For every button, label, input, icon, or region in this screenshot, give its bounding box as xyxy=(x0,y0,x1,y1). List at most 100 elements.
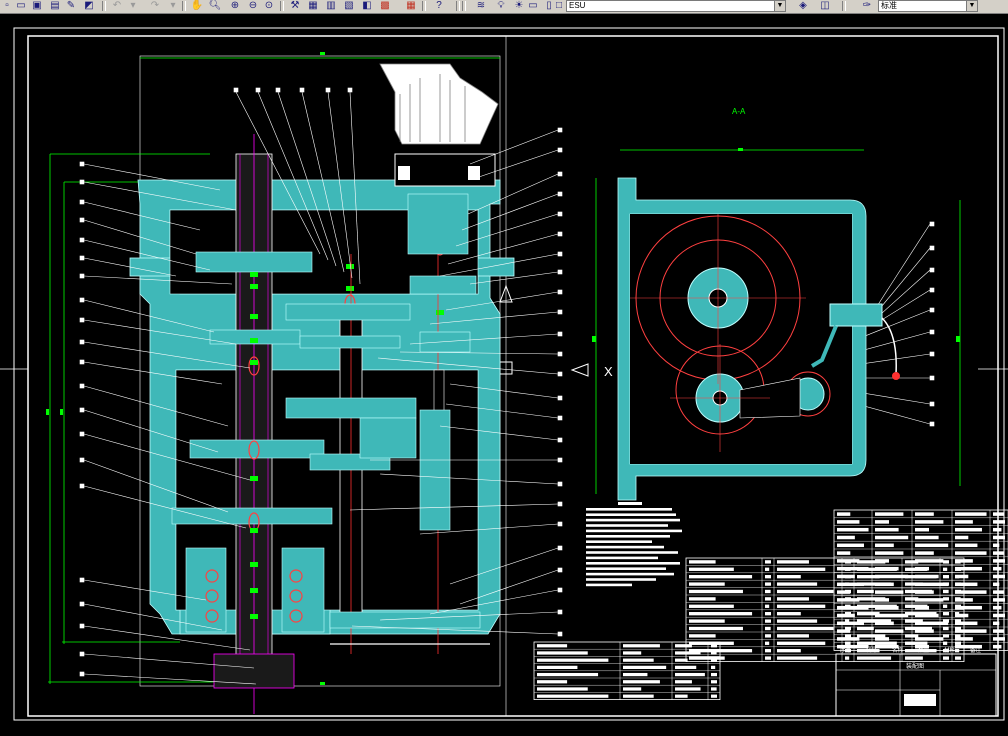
part-balloon-marker xyxy=(79,671,85,677)
bom-middle-cell-text xyxy=(689,656,725,660)
bom-middle-cell-text xyxy=(943,604,948,608)
pencil-icon[interactable]: ✎ xyxy=(64,0,78,12)
table-icon[interactable]: ▦ xyxy=(404,0,418,12)
redo-icon[interactable]: ↷ xyxy=(148,0,162,12)
bom-lower-cell-text xyxy=(537,694,609,698)
bom-middle-cell-text xyxy=(845,567,851,571)
bom-upper-cell-text xyxy=(915,551,934,555)
part-balloon-marker xyxy=(79,317,85,323)
part-balloon-marker xyxy=(79,623,85,629)
part-balloon-marker xyxy=(79,407,85,413)
bom-middle-cell-text xyxy=(765,597,771,601)
bom-upper-cell-text xyxy=(993,574,1005,579)
bom-upper-cell-text xyxy=(875,629,904,633)
sheet-set-icon[interactable]: ▧ xyxy=(342,0,356,12)
drawing-canvas[interactable]: X A-A 装配图 序号 代号 名称 数量 材料 备注 xyxy=(0,14,1008,736)
bom-lower-cell-text xyxy=(623,651,642,655)
layer-on-icon[interactable]: 💡︎ xyxy=(494,0,508,12)
bom-middle-cell-text xyxy=(857,619,892,623)
bom-middle-cell-text xyxy=(955,641,961,645)
bom-middle-cell-text xyxy=(765,589,771,594)
layer-combo[interactable]: ESU ▼ xyxy=(566,0,786,12)
cad-drawing[interactable]: X A-A 装配图序号 代号 名称 数量 材料 备注 xyxy=(0,14,1008,736)
bom-middle-cell-text xyxy=(845,560,851,564)
style-icon[interactable]: ✑ xyxy=(860,0,874,12)
layer-freeze-icon[interactable]: ☀ xyxy=(512,0,526,12)
part-balloon-marker xyxy=(557,191,563,197)
zoom-extents-icon[interactable]: ⊙ xyxy=(262,0,276,12)
zoom-previous-icon[interactable]: ⊖ xyxy=(246,0,260,12)
layer-color-icon[interactable]: □ xyxy=(552,0,566,12)
note-line xyxy=(586,535,670,538)
redo-dropdown-icon[interactable]: ▾ xyxy=(166,0,180,12)
bom-upper-cell-text xyxy=(993,512,1004,516)
style-combo[interactable]: 标准 ▼ xyxy=(878,0,978,12)
undo-icon[interactable]: ↶ xyxy=(110,0,124,12)
layers-icon[interactable]: ≋ xyxy=(474,0,488,12)
help-icon[interactable]: ? xyxy=(432,0,446,12)
bom-middle-cell-text xyxy=(943,575,949,579)
bom-upper-cell-text xyxy=(915,520,944,524)
zoom-window-icon[interactable]: ⊕ xyxy=(228,0,242,12)
bom-middle-cell-text xyxy=(777,567,826,571)
bom-middle-cell-text xyxy=(689,582,725,586)
layer-lock-icon[interactable]: ▭ xyxy=(526,0,540,12)
bom-upper-cell-text xyxy=(993,535,1005,540)
print-icon[interactable]: ▤ xyxy=(48,0,62,12)
bom-middle-cell-text xyxy=(857,560,886,564)
part-balloon-marker xyxy=(557,351,563,357)
bom-lower-cell-text xyxy=(537,658,609,662)
note-line xyxy=(586,578,656,581)
design-center-icon[interactable]: ▦ xyxy=(306,0,320,12)
bom-middle-cell-text xyxy=(857,589,874,594)
bom-upper-cell-text xyxy=(875,613,909,618)
bom-upper-cell-text xyxy=(837,527,869,532)
bom-upper-cell-text xyxy=(993,590,1004,594)
bom-lower-cell-text xyxy=(711,665,716,669)
bom-middle-cell-text xyxy=(905,589,932,594)
bom-middle-cell-text xyxy=(857,582,892,586)
chevron-down-icon[interactable]: ▼ xyxy=(774,1,785,11)
bom-middle-cell-text xyxy=(905,626,932,631)
bom-upper-cell-text xyxy=(993,613,1005,618)
properties-icon[interactable]: ⚒ xyxy=(288,0,302,12)
new-icon[interactable]: ▫ xyxy=(0,0,14,12)
bom-middle-cell-text xyxy=(955,612,960,616)
bom-middle-cell-text xyxy=(777,619,818,623)
undo-dropdown-icon[interactable]: ▾ xyxy=(126,0,140,12)
section-label-cross: X xyxy=(604,364,613,379)
bom-middle-cell-text xyxy=(857,567,897,571)
markup-icon[interactable]: ◧ xyxy=(360,0,374,12)
part-balloon-marker xyxy=(557,331,563,337)
bom-lower-cell-text xyxy=(537,687,588,691)
technical-notes xyxy=(586,502,682,587)
bom-header-0: 序号 xyxy=(840,646,852,654)
part-balloon-marker xyxy=(557,609,563,615)
part-balloon-marker xyxy=(557,127,563,133)
bom-lower-cell-text xyxy=(675,644,692,648)
open-icon[interactable]: ▭ xyxy=(14,0,28,12)
bom-middle-cell-text xyxy=(943,589,949,594)
bom-middle-cell-text xyxy=(905,560,919,564)
pan-icon[interactable]: ✋ xyxy=(190,0,204,12)
bom-middle-cell-text xyxy=(765,567,770,571)
bom-upper-cell-text xyxy=(875,527,899,532)
bom-middle-cell-text xyxy=(943,634,949,638)
bom-middle-cell-text xyxy=(905,575,937,579)
chevron-down-icon[interactable]: ▼ xyxy=(966,1,977,11)
bom-middle-cell-text xyxy=(955,626,961,631)
bom-upper-cell-text xyxy=(915,559,944,563)
make-current-icon[interactable]: ◈ xyxy=(796,0,810,12)
tool-palette-icon[interactable]: ▥ xyxy=(324,0,338,12)
save-icon[interactable]: ▣ xyxy=(30,0,44,12)
lever-bracket xyxy=(829,303,883,327)
bom-lower-cell-text xyxy=(623,687,642,691)
title-block-title: 装配图 xyxy=(906,662,924,670)
bom-middle-cell-text xyxy=(689,597,716,601)
layer-previous-icon[interactable]: ◫ xyxy=(818,0,832,12)
bom-upper-cell-text xyxy=(993,559,1005,563)
calculator-icon[interactable]: ▩ xyxy=(378,0,392,12)
zoom-realtime-icon[interactable]: 🔍︎ xyxy=(208,0,222,12)
preview-icon[interactable]: ◩ xyxy=(82,0,96,12)
bom-upper-cell-text xyxy=(915,535,939,540)
